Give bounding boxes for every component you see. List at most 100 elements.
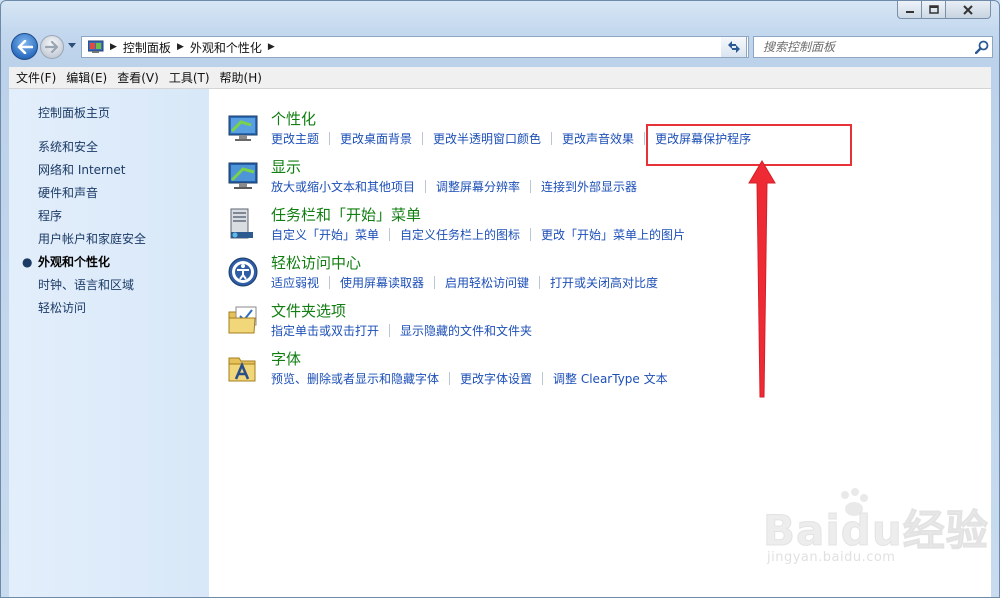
menu-view[interactable]: 查看(V) <box>112 67 164 89</box>
section-links: 放大或缩小文本和其他项目 调整屏幕分辨率 连接到外部显示器 <box>271 178 637 195</box>
close-button[interactable] <box>945 1 991 19</box>
refresh-icon <box>727 41 740 53</box>
section-title[interactable]: 字体 <box>271 348 301 369</box>
breadcrumb-separator-icon: ▶ <box>267 42 275 52</box>
link-change-theme[interactable]: 更改主题 <box>271 130 319 147</box>
link-divider <box>389 228 391 241</box>
search-box <box>753 36 993 58</box>
link-divider <box>644 132 646 145</box>
link-preview-delete-fonts[interactable]: 预览、删除或者显示和隐藏字体 <box>271 370 439 387</box>
link-change-desktop-background[interactable]: 更改桌面背景 <box>340 130 412 147</box>
link-divider <box>449 372 451 385</box>
folder-options-icon <box>227 304 259 336</box>
link-change-sound-effects[interactable]: 更改声音效果 <box>562 130 634 147</box>
search-icon[interactable] <box>972 37 992 57</box>
refresh-button[interactable] <box>721 36 747 58</box>
section-links: 适应弱视 使用屏幕读取器 启用轻松访问键 打开或关闭高对比度 <box>271 274 658 291</box>
link-zoom-text[interactable]: 放大或缩小文本和其他项目 <box>271 178 415 195</box>
link-screen-reader[interactable]: 使用屏幕读取器 <box>340 274 424 291</box>
section-links: 自定义「开始」菜单 自定义任务栏上的图标 更改「开始」菜单上的图片 <box>271 226 685 243</box>
section-links: 指定单击或双击打开 显示隐藏的文件和文件夹 <box>271 322 532 339</box>
section-title[interactable]: 轻松访问中心 <box>271 252 361 273</box>
link-divider <box>389 324 391 337</box>
link-customize-taskbar-icons[interactable]: 自定义任务栏上的图标 <box>400 226 520 243</box>
close-icon <box>963 4 973 15</box>
search-input[interactable] <box>763 40 972 54</box>
maximize-button[interactable] <box>921 1 945 19</box>
link-divider <box>539 276 541 289</box>
control-panel-icon <box>87 40 104 54</box>
control-panel-window: ▶ 控制面板 ▶ 外观和个性化 ▶ 文件(F) 编辑(E) 查看(V) 工具(T… <box>0 0 1000 598</box>
link-high-contrast[interactable]: 打开或关闭高对比度 <box>550 274 658 291</box>
address-bar[interactable]: ▶ 控制面板 ▶ 外观和个性化 ▶ <box>81 36 749 58</box>
breadcrumb-separator-icon: ▶ <box>110 42 117 52</box>
link-adjust-cleartype[interactable]: 调整 ClearType 文本 <box>553 370 668 387</box>
link-external-display[interactable]: 连接到外部显示器 <box>541 178 637 195</box>
ease-of-access-icon <box>227 256 259 288</box>
link-divider <box>434 276 436 289</box>
navigation-bar: ▶ 控制面板 ▶ 外观和个性化 ▶ <box>9 33 993 61</box>
section-title[interactable]: 显示 <box>271 156 301 177</box>
link-divider <box>329 132 331 145</box>
sidebar-item-user-accounts[interactable]: 用户帐户和家庭安全 <box>38 228 146 251</box>
breadcrumb-separator-icon: ▶ <box>176 42 184 52</box>
sidebar-item-clock-language[interactable]: 时钟、语言和区域 <box>38 274 146 297</box>
recent-pages-dropdown[interactable] <box>67 41 77 51</box>
section-title[interactable]: 文件夹选项 <box>271 300 346 321</box>
menu-help[interactable]: 帮助(H) <box>215 67 267 89</box>
highlight-box <box>646 124 852 166</box>
section-links: 预览、删除或者显示和隐藏字体 更改字体设置 调整 ClearType 文本 <box>271 370 668 387</box>
chevron-down-icon <box>68 43 76 48</box>
link-change-font-settings[interactable]: 更改字体设置 <box>460 370 532 387</box>
minimize-icon <box>905 10 914 13</box>
link-single-double-click[interactable]: 指定单击或双击打开 <box>271 322 379 339</box>
link-adjust-resolution[interactable]: 调整屏幕分辨率 <box>436 178 520 195</box>
link-low-vision[interactable]: 适应弱视 <box>271 274 319 291</box>
menu-bar: 文件(F) 编辑(E) 查看(V) 工具(T) 帮助(H) <box>9 67 991 89</box>
active-bullet-icon: ● <box>22 255 33 269</box>
sidebar-item-system-security[interactable]: 系统和安全 <box>38 136 146 159</box>
minimize-button[interactable] <box>897 1 921 19</box>
link-customize-start-menu[interactable]: 自定义「开始」菜单 <box>271 226 379 243</box>
link-divider <box>530 180 532 193</box>
watermark-url: jingyan.baidu.com <box>767 550 896 565</box>
link-show-hidden-files[interactable]: 显示隐藏的文件和文件夹 <box>400 322 532 339</box>
section-title[interactable]: 任务栏和「开始」菜单 <box>271 204 421 225</box>
sidebar-item-programs[interactable]: 程序 <box>38 205 146 228</box>
personalization-icon <box>227 112 259 144</box>
back-button[interactable] <box>11 33 38 60</box>
menu-tools[interactable]: 工具(T) <box>164 67 215 89</box>
link-divider <box>542 372 544 385</box>
sidebar-item-ease-of-access[interactable]: 轻松访问 <box>38 297 146 320</box>
fonts-icon <box>227 352 259 384</box>
link-change-window-color[interactable]: 更改半透明窗口颜色 <box>433 130 541 147</box>
sidebar-category-list: 系统和安全 网络和 Internet 硬件和声音 程序 用户帐户和家庭安全 ● … <box>22 136 146 320</box>
link-divider <box>425 180 427 193</box>
arrow-left-icon <box>17 39 33 54</box>
forward-button[interactable] <box>40 35 64 59</box>
sidebar-item-network-internet[interactable]: 网络和 Internet <box>38 159 146 182</box>
maximize-icon <box>928 5 939 14</box>
link-change-start-picture[interactable]: 更改「开始」菜单上的图片 <box>541 226 685 243</box>
sidebar: 控制面板主页 系统和安全 网络和 Internet 硬件和声音 程序 用户帐户和… <box>9 89 209 597</box>
breadcrumb-control-panel[interactable]: 控制面板 <box>123 39 171 56</box>
menu-edit[interactable]: 编辑(E) <box>61 67 112 89</box>
breadcrumb-appearance[interactable]: 外观和个性化 <box>190 39 262 56</box>
caption-buttons <box>897 1 991 21</box>
arrow-right-icon <box>45 41 59 53</box>
sidebar-item-hardware-sound[interactable]: 硬件和声音 <box>38 182 146 205</box>
sidebar-item-appearance[interactable]: ● 外观和个性化 <box>22 251 146 274</box>
sidebar-item-label: 外观和个性化 <box>38 255 111 269</box>
menu-file[interactable]: 文件(F) <box>11 67 61 89</box>
link-divider <box>530 228 532 241</box>
taskbar-icon <box>227 208 259 240</box>
section-title[interactable]: 个性化 <box>271 108 316 129</box>
link-divider <box>422 132 424 145</box>
watermark-brand: Baidu经验 <box>763 506 989 556</box>
link-divider <box>329 276 331 289</box>
sidebar-home-link[interactable]: 控制面板主页 <box>38 104 110 121</box>
link-accessibility-keys[interactable]: 启用轻松访问键 <box>445 274 529 291</box>
baidu-watermark: Baidu经验 jingyan.baidu.com <box>763 487 993 577</box>
link-divider <box>551 132 553 145</box>
display-icon <box>227 160 259 192</box>
